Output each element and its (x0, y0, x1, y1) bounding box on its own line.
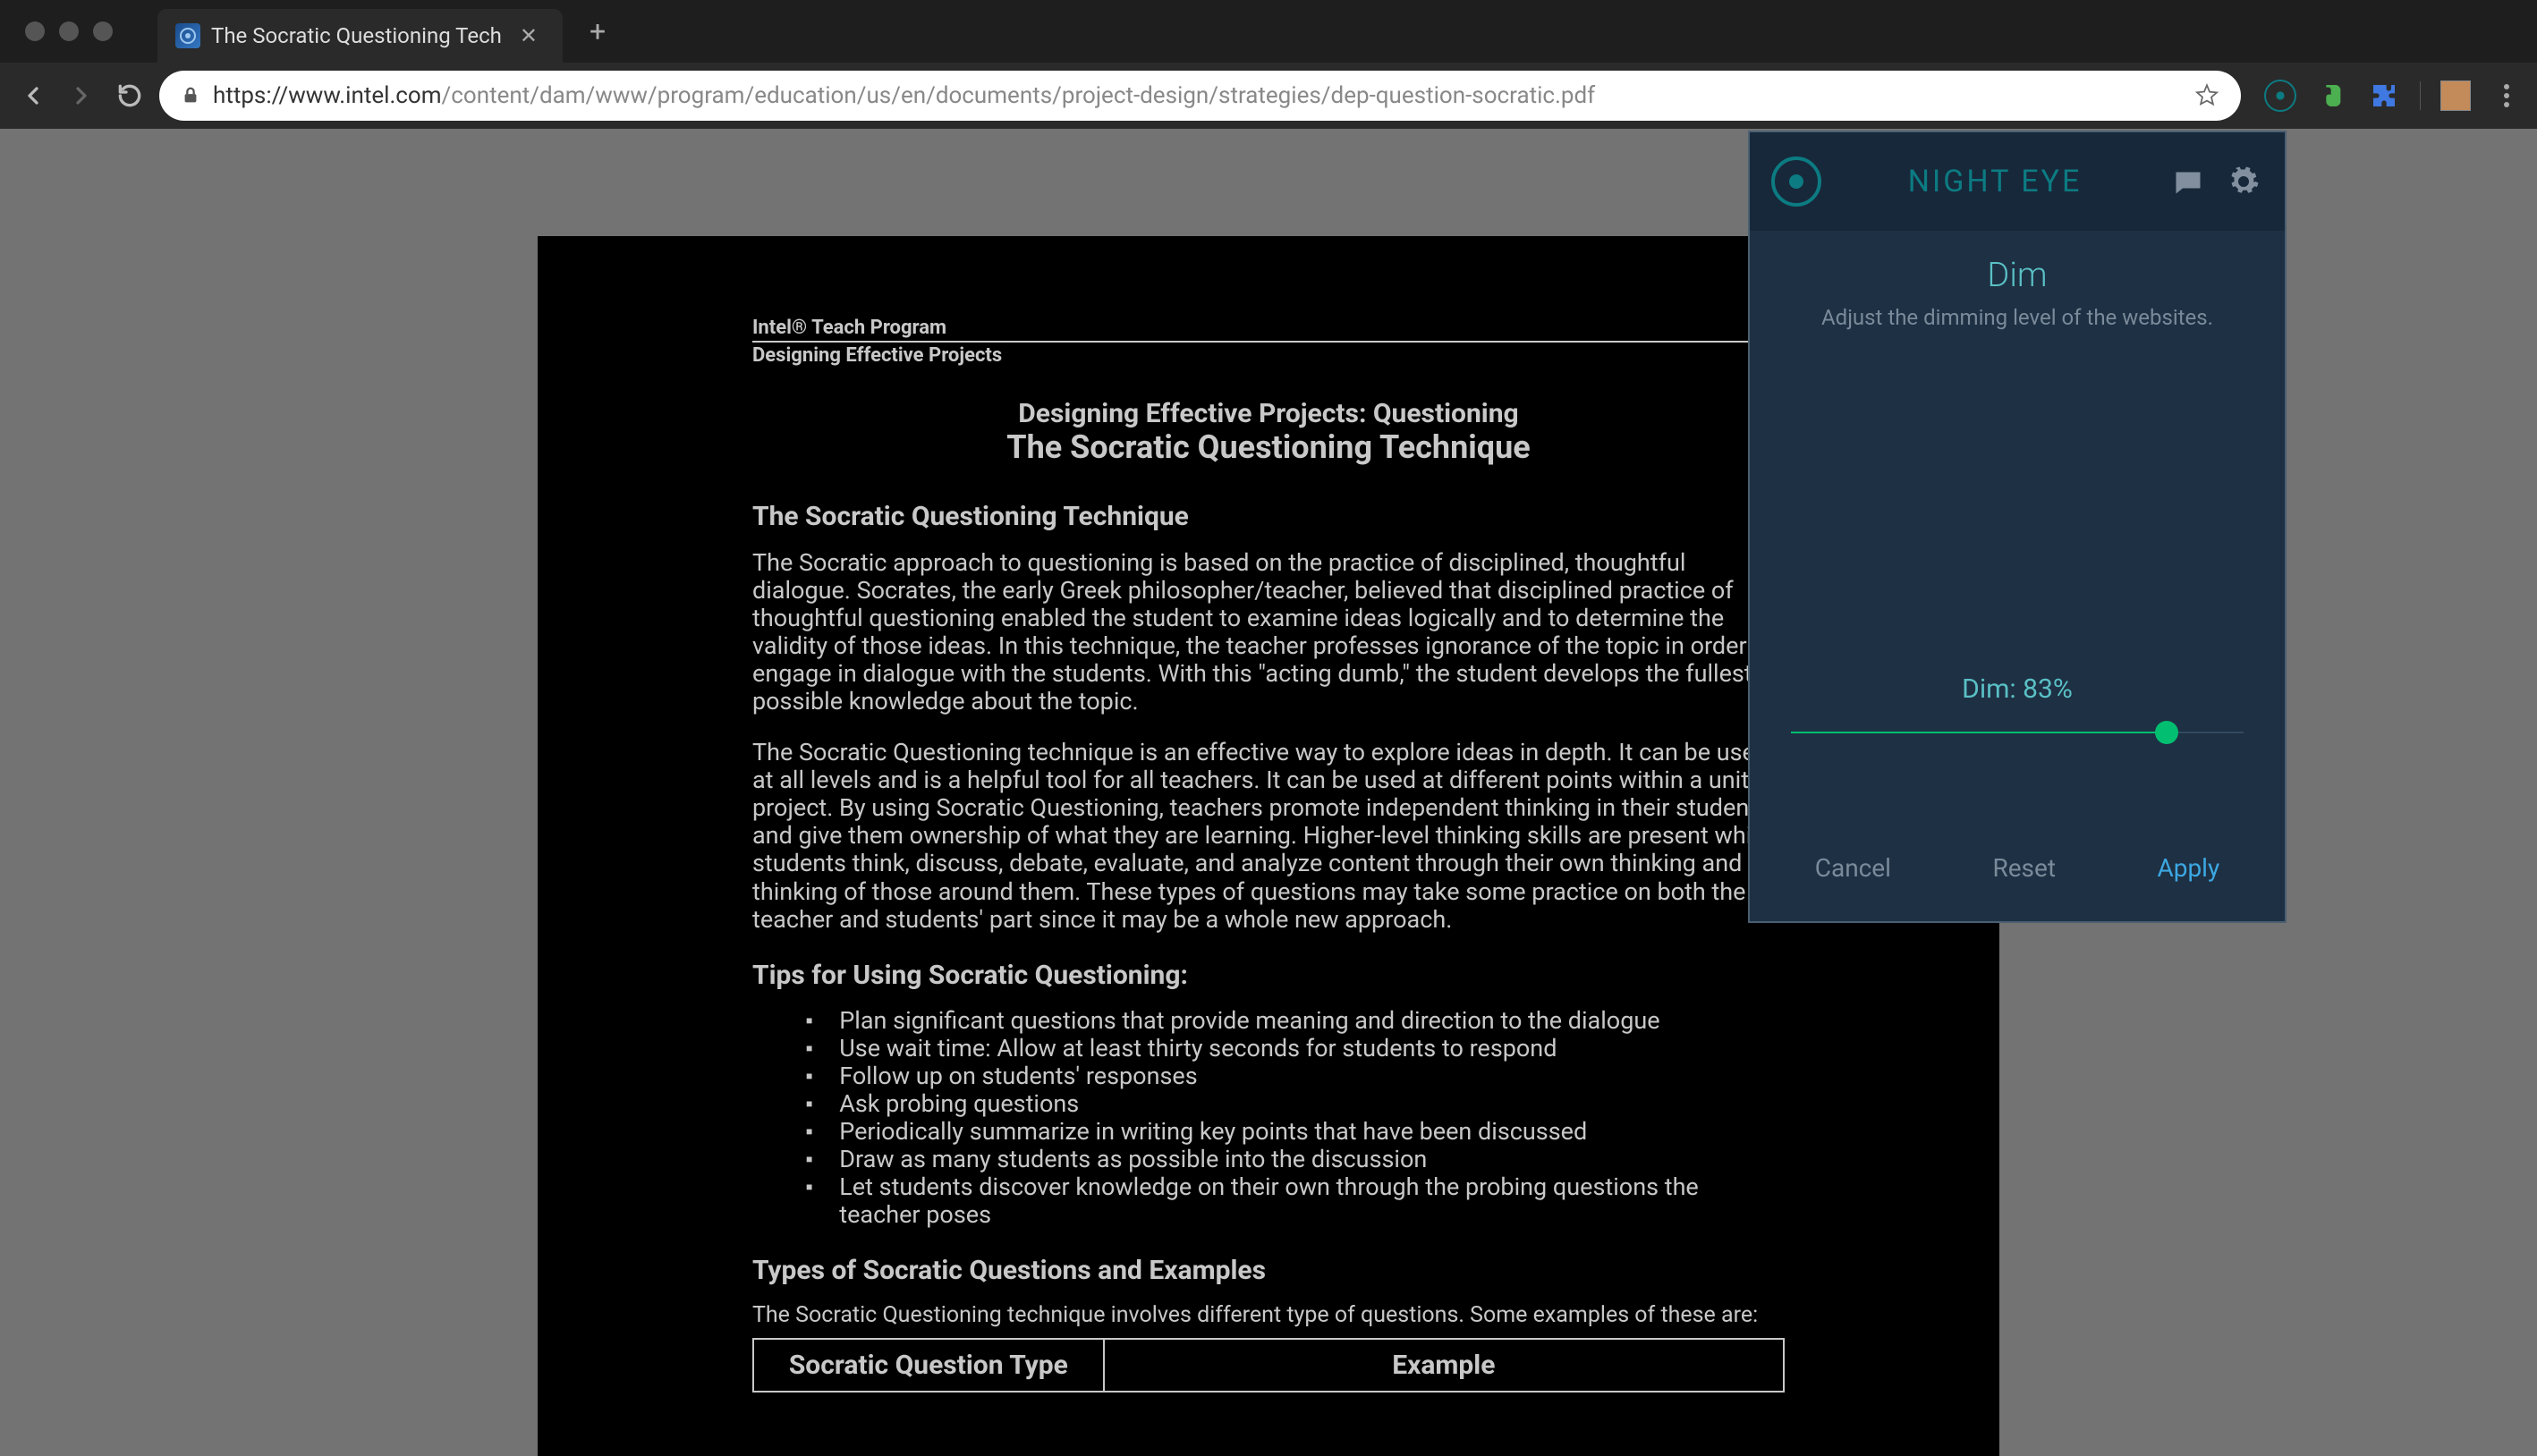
apply-button[interactable]: Apply (2157, 853, 2219, 883)
browser-menu-icon[interactable] (2490, 80, 2523, 112)
list-item: ■Periodically summarize in writing key p… (806, 1118, 1785, 1146)
list-item: ■Ask probing questions (806, 1090, 1785, 1118)
list-text: Draw as many students as possible into t… (839, 1146, 1427, 1173)
list-text: Ask probing questions (839, 1090, 1079, 1118)
lock-icon (181, 86, 200, 106)
list-text: Follow up on students' responses (839, 1062, 1197, 1090)
extension-icons (2252, 80, 2523, 112)
pdf-hr (752, 341, 1785, 343)
pdf-program-name: Intel® Teach Program (752, 317, 1785, 339)
pdf-paragraph: The Socratic approach to questioning is … (752, 549, 1785, 715)
bookmark-star-icon[interactable] (2194, 83, 2219, 108)
back-button[interactable] (14, 77, 52, 114)
list-text: Plan significant questions that provide … (839, 1007, 1659, 1035)
table-header: Example (1104, 1339, 1784, 1392)
new-tab-button[interactable]: + (563, 14, 632, 48)
browser-chrome: The Socratic Questioning Tech ✕ + https:… (0, 0, 2537, 129)
reload-button[interactable] (111, 77, 148, 114)
extension-divider (2420, 81, 2421, 110)
url-path: /content/dam/www/program/education/us/en… (442, 82, 1596, 109)
dim-section-title: Dim (1987, 256, 2047, 295)
window-close[interactable] (25, 21, 45, 41)
dim-level-label: Dim: 83% (1962, 673, 2073, 705)
list-text: Use wait time: Allow at least thirty sec… (839, 1035, 1557, 1062)
feedback-icon[interactable] (2168, 165, 2208, 198)
pdf-doc-title-1: Designing Effective Projects: Questionin… (752, 399, 1785, 430)
pdf-doc-title-2: The Socratic Questioning Technique (752, 429, 1785, 466)
nighteye-logo-icon[interactable] (1771, 157, 1821, 207)
window-controls (7, 21, 131, 41)
list-item: ■Follow up on students' responses (806, 1062, 1785, 1090)
window-maximize[interactable] (93, 21, 113, 41)
slider-fill (1791, 732, 2167, 733)
pdf-paragraph: The Socratic Questioning technique is an… (752, 739, 1785, 933)
list-item: ■Draw as many students as possible into … (806, 1146, 1785, 1173)
popup-footer: Cancel Reset Apply (1750, 814, 2285, 921)
cancel-button[interactable]: Cancel (1815, 853, 1891, 883)
pdf-paragraph: The Socratic Questioning technique invol… (752, 1303, 1785, 1329)
window-minimize[interactable] (59, 21, 79, 41)
list-item: ■Plan significant questions that provide… (806, 1007, 1785, 1035)
dim-slider[interactable] (1791, 724, 2244, 742)
browser-viewport: Intel® Teach Program Designing Effective… (0, 129, 2537, 1456)
nav-bar: https://www.intel.com/content/dam/www/pr… (0, 63, 2537, 129)
list-text: Periodically summarize in writing key po… (839, 1118, 1587, 1146)
settings-icon[interactable] (2224, 165, 2263, 198)
list-item: ■Use wait time: Allow at least thirty se… (806, 1035, 1785, 1062)
pdf-subtitle: Designing Effective Projects (752, 344, 1785, 371)
table-header: Socratic Question Type (753, 1339, 1104, 1392)
pdf-section-heading: Types of Socratic Questions and Examples (752, 1256, 1785, 1287)
popup-header: NIGHT EYE (1750, 132, 2285, 231)
url-host: https://www.intel.com (213, 82, 442, 109)
pdf-table: Socratic Question Type Example (752, 1338, 1785, 1393)
nighteye-popup: NIGHT EYE Dim Adjust the dimming level o… (1748, 131, 2287, 923)
pdf-section-heading: Tips for Using Socratic Questioning: (752, 961, 1785, 992)
url-text: https://www.intel.com/content/dam/www/pr… (213, 82, 2182, 109)
night-eye-extension-icon[interactable] (2264, 80, 2296, 112)
dim-description: Adjust the dimming level of the websites… (1821, 304, 2213, 332)
tab-close[interactable]: ✕ (513, 20, 545, 52)
tab-active[interactable]: The Socratic Questioning Tech ✕ (157, 9, 563, 63)
evernote-extension-icon[interactable] (2316, 80, 2348, 112)
pdf-section-heading: The Socratic Questioning Technique (752, 502, 1785, 533)
profile-avatar[interactable] (2440, 80, 2471, 111)
reset-button[interactable]: Reset (1992, 853, 2056, 883)
forward-button[interactable] (63, 77, 100, 114)
popup-body: Dim Adjust the dimming level of the webs… (1750, 231, 2285, 814)
address-bar[interactable]: https://www.intel.com/content/dam/www/pr… (159, 71, 2241, 121)
slider-thumb[interactable] (2155, 721, 2178, 744)
tab-bar: The Socratic Questioning Tech ✕ + (0, 0, 2537, 63)
pdf-tips-list: ■Plan significant questions that provide… (806, 1007, 1785, 1229)
tab-title: The Socratic Questioning Tech (211, 23, 502, 48)
tab-favicon (175, 23, 200, 48)
list-text: Let students discover knowledge on their… (839, 1173, 1785, 1229)
extension-puzzle-icon[interactable] (2368, 80, 2400, 112)
list-item: ■Let students discover knowledge on thei… (806, 1173, 1785, 1229)
popup-title: NIGHT EYE (1837, 164, 2152, 199)
